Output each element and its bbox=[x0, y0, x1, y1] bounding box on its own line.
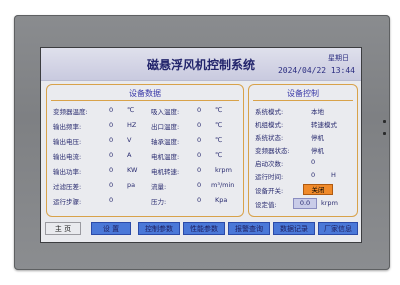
label-start-count: 启动次数: bbox=[255, 160, 284, 168]
value-run-time: 0 bbox=[311, 171, 316, 179]
value-output-current: 0 bbox=[109, 151, 114, 159]
panel-title: 设备数据 bbox=[129, 89, 161, 98]
value-bearing-temp: 0 bbox=[197, 136, 202, 144]
unit-flow: m³/min bbox=[211, 181, 235, 189]
unit-output-current: A bbox=[127, 151, 132, 159]
label-run-time: 运行时间: bbox=[255, 173, 284, 181]
label-filter-pressure-diff: 过滤压差: bbox=[53, 183, 82, 191]
value-output-power: 0 bbox=[109, 166, 114, 174]
value-outlet-temp: 0 bbox=[197, 121, 202, 129]
unit-motor-temp: ℃ bbox=[215, 151, 223, 159]
value-start-count: 0 bbox=[311, 158, 316, 166]
unit-filter-pressure-diff: pa bbox=[127, 181, 136, 189]
value-flow: 0 bbox=[197, 181, 202, 189]
indicator-led bbox=[383, 132, 386, 135]
label-output-freq: 输出频率: bbox=[53, 123, 82, 131]
unit-run-time: H bbox=[331, 171, 336, 179]
value-inverter-temp: 0 bbox=[109, 106, 114, 114]
label-motor-speed: 电机转速: bbox=[151, 168, 180, 176]
nav-vendor-info-button[interactable]: 厂家信息 bbox=[318, 222, 358, 235]
value-motor-speed: 0 bbox=[197, 166, 202, 174]
label-inverter-status: 变频器状态: bbox=[255, 147, 290, 155]
label-system-mode: 系统模式: bbox=[255, 108, 284, 116]
label-motor-temp: 电机温度: bbox=[151, 153, 180, 161]
value-run-step: 0 bbox=[109, 196, 114, 204]
label-run-step: 运行步骤: bbox=[53, 198, 82, 206]
datetime-label: 2024/04/22 13:44 bbox=[277, 66, 355, 75]
label-outlet-temp: 出口温度: bbox=[151, 123, 180, 131]
nav-settings-button[interactable]: 设 置 bbox=[91, 222, 131, 235]
device-control-panel: 设备控制 系统模式: 本地 机组模式: 转速模式 系统状态: 停机 变频器状态:… bbox=[248, 84, 358, 217]
weekday-label: 星期日 bbox=[328, 54, 349, 62]
unit-output-voltage: V bbox=[127, 136, 132, 144]
label-device-switch: 设备开关: bbox=[255, 187, 284, 195]
unit-output-power: KW bbox=[127, 166, 138, 174]
label-flow: 流量: bbox=[151, 183, 167, 191]
label-output-power: 输出功率: bbox=[53, 168, 82, 176]
nav-home-button[interactable]: 主 页 bbox=[45, 222, 81, 235]
device-off-button[interactable]: 关闭 bbox=[303, 184, 333, 195]
value-filter-pressure-diff: 0 bbox=[109, 181, 114, 189]
unit-motor-speed: krpm bbox=[215, 166, 232, 174]
value-motor-temp: 0 bbox=[197, 151, 202, 159]
hmi-screen: 磁悬浮风机控制系统 星期日 2024/04/22 13:44 设备数据 变频器温… bbox=[40, 47, 362, 243]
label-output-current: 输出电流: bbox=[53, 153, 82, 161]
value-system-mode: 本地 bbox=[311, 108, 324, 116]
label-inverter-temp: 变频器温度: bbox=[53, 108, 88, 116]
unit-outlet-temp: ℃ bbox=[215, 121, 223, 129]
unit-inverter-temp: ℃ bbox=[127, 106, 135, 114]
label-unit-mode: 机组模式: bbox=[255, 121, 284, 129]
device-data-panel: 设备数据 变频器温度: 0 ℃ 输出频率: 0 HZ 输出电压: 0 V 输出电… bbox=[46, 84, 244, 217]
label-pressure: 压力: bbox=[151, 198, 167, 206]
panel-title: 设备控制 bbox=[287, 89, 319, 98]
nav-alarm-query-button[interactable]: 报警查询 bbox=[228, 222, 270, 235]
value-inlet-temp: 0 bbox=[197, 106, 202, 114]
nav-performance-params-button[interactable]: 性能参数 bbox=[183, 222, 225, 235]
unit-output-freq: HZ bbox=[127, 121, 137, 129]
unit-setpoint: krpm bbox=[321, 199, 338, 207]
setpoint-input[interactable]: 0.0 bbox=[293, 198, 317, 209]
unit-pressure: Kpa bbox=[215, 196, 228, 204]
panel-divider bbox=[51, 100, 239, 101]
nav-data-record-button[interactable]: 数据记录 bbox=[273, 222, 315, 235]
unit-bearing-temp: ℃ bbox=[215, 136, 223, 144]
label-output-voltage: 输出电压: bbox=[53, 138, 82, 146]
value-pressure: 0 bbox=[197, 196, 202, 204]
nav-control-params-button[interactable]: 控制参数 bbox=[138, 222, 180, 235]
bottom-nav: 主 页 设 置 控制参数 性能参数 报警查询 数据记录 厂家信息 bbox=[41, 218, 361, 240]
value-inverter-status: 停机 bbox=[311, 147, 324, 155]
label-bearing-temp: 轴承温度: bbox=[151, 138, 180, 146]
unit-inlet-temp: ℃ bbox=[215, 106, 223, 114]
label-system-status: 系统状态: bbox=[255, 134, 284, 142]
value-output-freq: 0 bbox=[109, 121, 114, 129]
label-setpoint: 设定值: bbox=[255, 201, 277, 209]
label-inlet-temp: 吸入温度: bbox=[151, 108, 180, 116]
panel-divider bbox=[253, 100, 353, 101]
value-unit-mode: 转速模式 bbox=[311, 121, 337, 129]
value-system-status: 停机 bbox=[311, 134, 324, 142]
value-output-voltage: 0 bbox=[109, 136, 114, 144]
indicator-led bbox=[383, 120, 386, 123]
title-bar: 磁悬浮风机控制系统 星期日 2024/04/22 13:44 bbox=[41, 48, 361, 81]
